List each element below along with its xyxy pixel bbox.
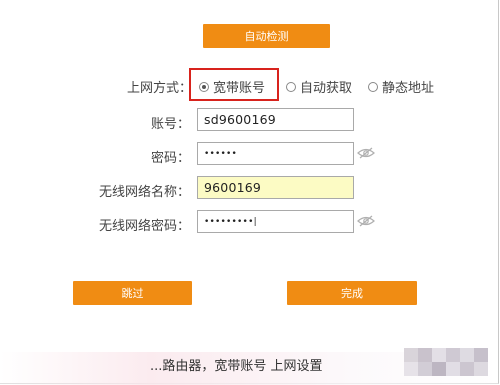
wifi-password-label: 无线网络密码： bbox=[98, 219, 190, 234]
skip-button[interactable]: 跳过 bbox=[73, 281, 192, 305]
radio-unselected-icon bbox=[286, 81, 296, 92]
watermark-mosaic bbox=[404, 344, 500, 385]
account-input[interactable]: sd9600169 bbox=[197, 108, 354, 131]
connection-type-label: 上网方式： bbox=[126, 81, 192, 96]
show-wifi-password-icon[interactable] bbox=[357, 215, 375, 227]
radio-unselected-icon bbox=[368, 81, 378, 92]
done-button[interactable]: 完成 bbox=[287, 281, 417, 305]
ssid-input[interactable]: 9600169 bbox=[197, 176, 354, 199]
radio-static-address[interactable]: 静态地址 bbox=[368, 77, 434, 96]
ssid-label: 无线网络名称： bbox=[98, 185, 190, 200]
password-input[interactable]: •••••• bbox=[197, 142, 354, 165]
radio-label: 静态地址 bbox=[382, 81, 435, 96]
show-password-icon[interactable] bbox=[357, 147, 375, 159]
radio-auto-obtain[interactable]: 自动获取 bbox=[286, 77, 352, 96]
radio-broadband-account[interactable]: 宽带账号 bbox=[199, 77, 265, 96]
radio-label: 宽带账号 bbox=[213, 81, 266, 96]
account-label: 账号： bbox=[150, 117, 190, 132]
radio-selected-icon bbox=[199, 81, 209, 92]
wifi-password-input[interactable]: •••••••••| bbox=[197, 210, 354, 233]
password-label: 密码： bbox=[150, 151, 190, 166]
radio-label: 自动获取 bbox=[300, 81, 353, 96]
caption-text: ...路由器，宽带账号 上网设置 bbox=[150, 359, 323, 374]
auto-detect-button[interactable]: 自动检测 bbox=[203, 24, 330, 48]
